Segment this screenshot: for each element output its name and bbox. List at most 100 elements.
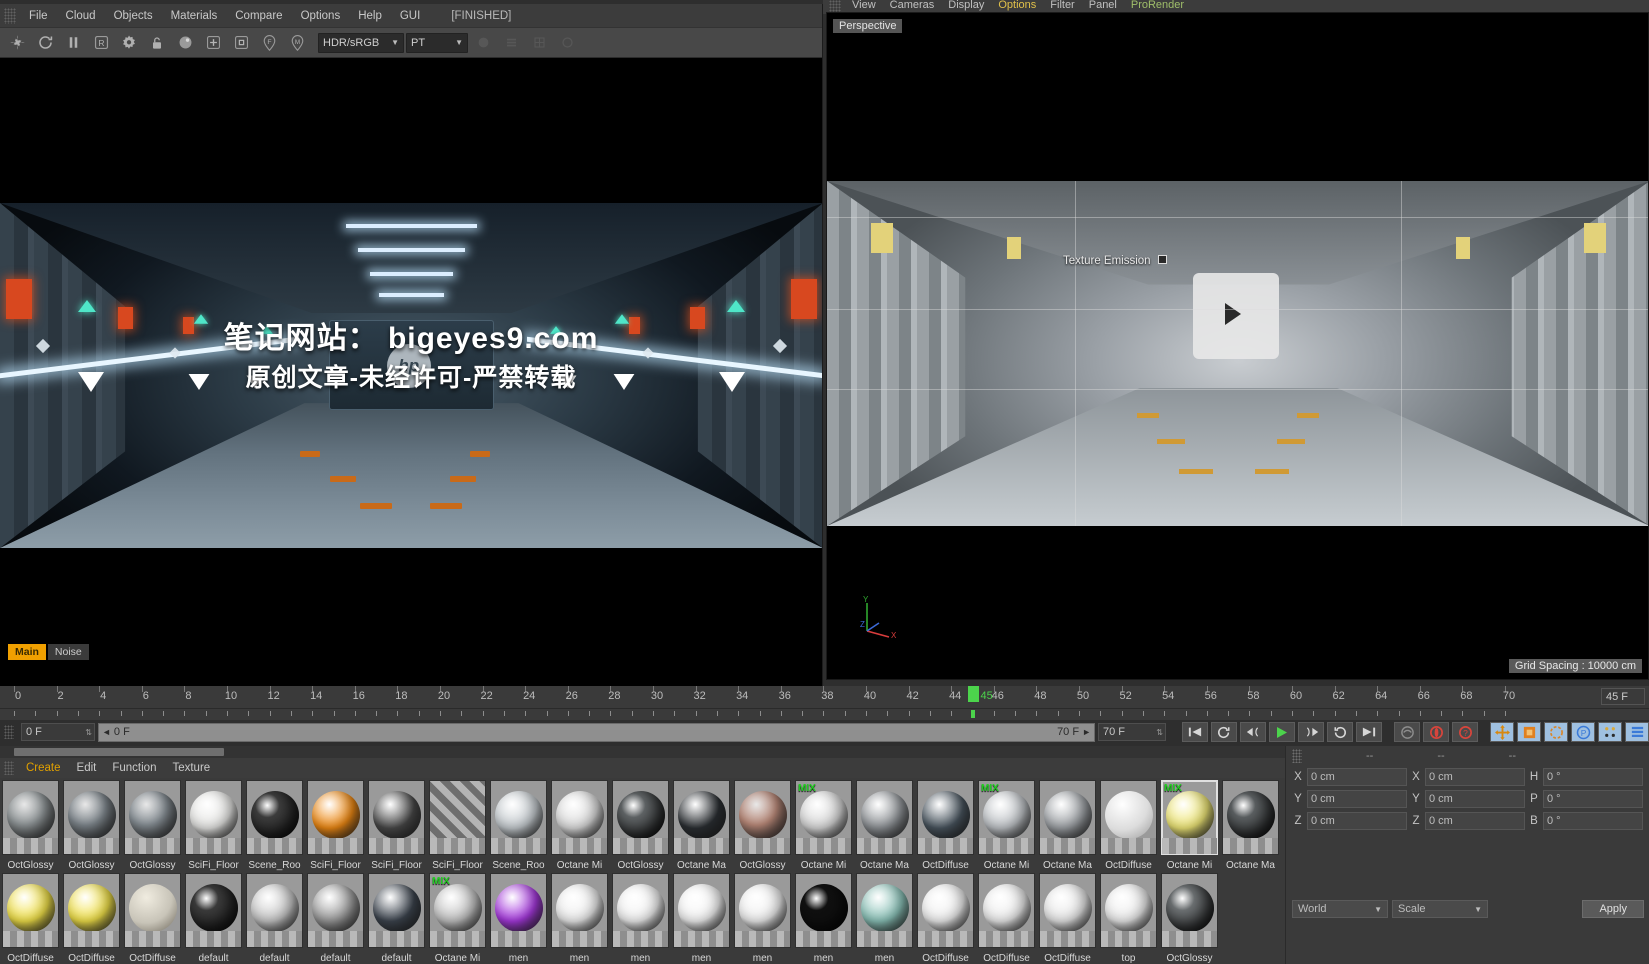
material-thumbnail[interactable] bbox=[734, 873, 791, 948]
material-cell[interactable]: default bbox=[244, 871, 305, 964]
material-cell[interactable]: OctDiffuse bbox=[915, 871, 976, 964]
material-scrollbar-thumb[interactable] bbox=[14, 748, 224, 756]
material-cell[interactable]: Octane Mi bbox=[549, 778, 610, 871]
timeline-ruler[interactable]: 0 2 4 6 8 10 12 14 16 18 20 22 24 26 28 30 32 34 36 38 40 42 4… bbox=[0, 686, 1649, 708]
material-thumbnail[interactable] bbox=[1161, 873, 1218, 948]
material-thumbnail[interactable] bbox=[734, 780, 791, 855]
size-y-input[interactable]: 0 cm bbox=[1425, 790, 1525, 808]
range-end-arrow-icon[interactable]: ► bbox=[1082, 727, 1091, 737]
tab-noise[interactable]: Noise bbox=[47, 644, 89, 660]
material-cell[interactable]: OctDiffuse bbox=[122, 871, 183, 964]
material-cell[interactable]: OctDiffuse bbox=[976, 871, 1037, 964]
menu-filter[interactable]: Filter bbox=[1043, 0, 1081, 12]
size-z-input[interactable]: 0 cm bbox=[1425, 812, 1525, 830]
material-thumbnail[interactable] bbox=[673, 873, 730, 948]
material-cell[interactable]: OctGlossy bbox=[732, 778, 793, 871]
material-cell[interactable]: OctGlossy bbox=[610, 778, 671, 871]
material-cell[interactable]: men bbox=[488, 871, 549, 964]
material-menubar-grip[interactable] bbox=[4, 761, 14, 775]
coordinates-grip[interactable] bbox=[1292, 749, 1302, 763]
material-cell[interactable]: OctGlossy bbox=[122, 778, 183, 871]
material-thumbnail[interactable]: MIX bbox=[1161, 780, 1218, 855]
material-cell[interactable]: OctDiffuse bbox=[0, 871, 61, 964]
menu-options[interactable]: Options bbox=[292, 7, 350, 25]
material-thumbnail[interactable] bbox=[63, 780, 120, 855]
material-thumbnail[interactable] bbox=[1039, 780, 1096, 855]
colorspace-dropdown[interactable]: HDR/sRGB ▼ bbox=[318, 32, 404, 53]
subregion-icon[interactable] bbox=[228, 31, 254, 55]
material-thumbnail[interactable] bbox=[490, 780, 547, 855]
material-cell[interactable]: default bbox=[183, 871, 244, 964]
material-cell[interactable]: MIX Octane Mi bbox=[427, 871, 488, 964]
material-thumbnail[interactable] bbox=[429, 780, 486, 855]
coord-system-dropdown[interactable]: World ▼ bbox=[1292, 900, 1388, 918]
material-thumbnail[interactable] bbox=[490, 873, 547, 948]
preview-range-bar[interactable]: ◄ 0 F 70 F ► bbox=[98, 722, 1095, 742]
pos-z-input[interactable]: 0 cm bbox=[1307, 812, 1407, 830]
mat-menu-create[interactable]: Create bbox=[18, 760, 69, 776]
material-cell[interactable]: men bbox=[732, 871, 793, 964]
step-forward-button[interactable] bbox=[1298, 722, 1324, 742]
mat-menu-edit[interactable]: Edit bbox=[69, 760, 105, 776]
settings-gear-icon[interactable] bbox=[116, 31, 142, 55]
rotate-tool-icon[interactable] bbox=[1544, 722, 1568, 742]
material-thumbnail[interactable]: MIX bbox=[978, 780, 1035, 855]
material-cell[interactable]: OctGlossy bbox=[1159, 871, 1220, 964]
material-cell[interactable]: men bbox=[549, 871, 610, 964]
material-cell[interactable]: Octane Ma bbox=[1037, 778, 1098, 871]
apply-button[interactable]: Apply bbox=[1582, 900, 1644, 918]
material-cell[interactable]: Octane Ma bbox=[1220, 778, 1281, 871]
record-active-objects-icon[interactable] bbox=[1423, 722, 1449, 742]
end-frame-input[interactable]: 70 F ⇅ bbox=[1098, 723, 1166, 741]
timeline-mini-marker[interactable] bbox=[970, 710, 975, 718]
material-thumbnail[interactable] bbox=[551, 873, 608, 948]
material-cell[interactable]: Scene_Roo bbox=[488, 778, 549, 871]
material-thumbnail[interactable] bbox=[185, 873, 242, 948]
pos-y-input[interactable]: 0 cm bbox=[1307, 790, 1407, 808]
kernel-dropdown[interactable]: PT ▼ bbox=[406, 32, 468, 53]
material-thumbnail[interactable] bbox=[856, 873, 913, 948]
go-to-end-button[interactable] bbox=[1356, 722, 1382, 742]
menu-gui[interactable]: GUI bbox=[391, 7, 429, 25]
mat-menu-texture[interactable]: Texture bbox=[164, 760, 218, 776]
menu-display[interactable]: Display bbox=[941, 0, 991, 12]
material-thumbnail[interactable] bbox=[795, 873, 852, 948]
material-cell[interactable]: SciFi_Floor bbox=[305, 778, 366, 871]
material-thumbnail[interactable] bbox=[1100, 873, 1157, 948]
material-thumbnail[interactable] bbox=[2, 780, 59, 855]
material-cell[interactable]: MIX Octane Mi bbox=[976, 778, 1037, 871]
material-pin-icon[interactable]: M bbox=[284, 31, 310, 55]
move-tool-icon[interactable] bbox=[1490, 722, 1514, 742]
material-thumbnail[interactable] bbox=[124, 780, 181, 855]
material-cell[interactable]: OctDiffuse bbox=[61, 871, 122, 964]
spinner-icon-1[interactable]: ⇅ bbox=[85, 728, 92, 737]
pos-x-input[interactable]: 0 cm bbox=[1307, 768, 1407, 786]
menu-view[interactable]: View bbox=[845, 0, 883, 12]
transform-mode-dropdown[interactable]: Scale ▼ bbox=[1392, 900, 1488, 918]
material-cell[interactable]: OctDiffuse bbox=[1098, 778, 1159, 871]
tab-main[interactable]: Main bbox=[8, 644, 46, 660]
previous-key-button[interactable] bbox=[1211, 722, 1237, 742]
range-start-arrow-icon[interactable]: ◄ bbox=[102, 727, 111, 737]
material-thumbnail[interactable] bbox=[551, 780, 608, 855]
menu-cloud[interactable]: Cloud bbox=[57, 7, 105, 25]
material-cell[interactable]: Octane Ma bbox=[854, 778, 915, 871]
material-thumbnail[interactable] bbox=[124, 873, 181, 948]
material-cell[interactable]: Scene_Roo bbox=[244, 778, 305, 871]
current-frame-display[interactable]: 45 F bbox=[1601, 688, 1645, 705]
material-thumbnail[interactable] bbox=[63, 873, 120, 948]
lock-icon[interactable] bbox=[144, 31, 170, 55]
material-thumbnail[interactable] bbox=[856, 780, 913, 855]
material-thumbnail[interactable] bbox=[917, 780, 974, 855]
material-thumbnail[interactable] bbox=[246, 780, 303, 855]
material-thumbnail[interactable] bbox=[185, 780, 242, 855]
material-thumbnail[interactable] bbox=[246, 873, 303, 948]
spinner-icon-2[interactable]: ⇅ bbox=[1156, 728, 1163, 737]
rot-p-input[interactable]: 0 ° bbox=[1543, 790, 1643, 808]
material-cell[interactable]: default bbox=[305, 871, 366, 964]
menubar-grip[interactable] bbox=[4, 7, 16, 24]
menu-objects[interactable]: Objects bbox=[105, 7, 162, 25]
menu-file[interactable]: File bbox=[20, 7, 57, 25]
timeline-grip[interactable] bbox=[4, 725, 14, 739]
region-render-icon[interactable]: R bbox=[88, 31, 114, 55]
